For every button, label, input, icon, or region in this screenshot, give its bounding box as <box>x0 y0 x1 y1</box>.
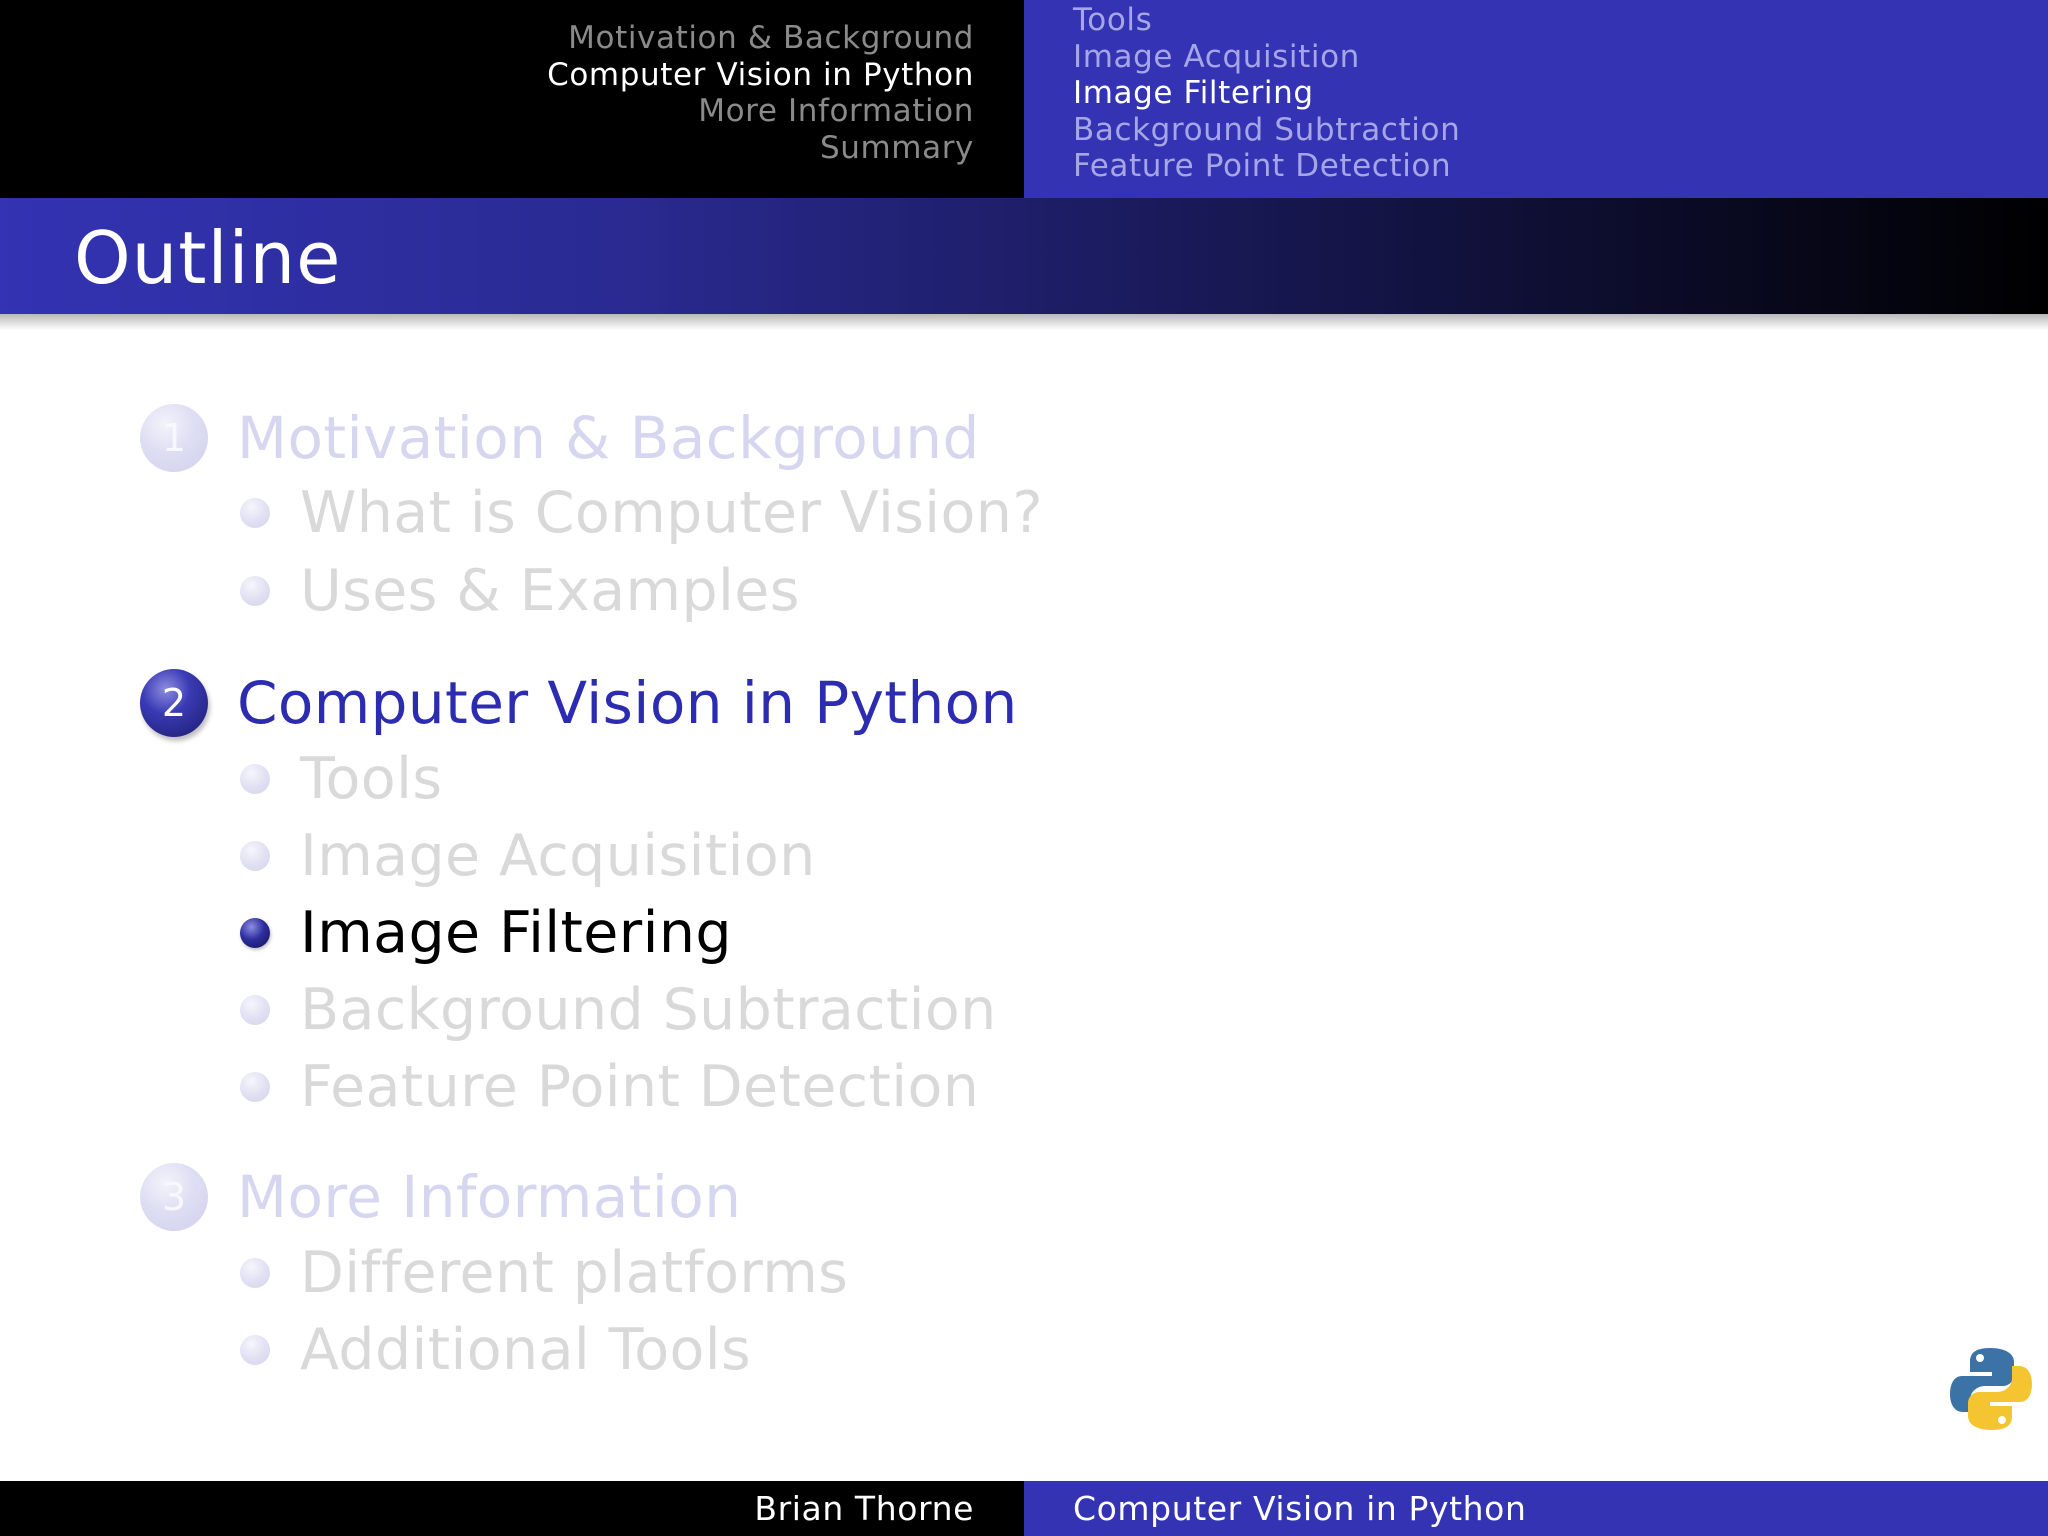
nav-subsection-tools[interactable]: Tools <box>1073 2 1152 39</box>
bullet-icon <box>240 841 270 871</box>
toc-section-3[interactable]: 3 More Information <box>140 1162 741 1232</box>
toc-item-label: Image Filtering <box>300 900 732 966</box>
toc-item-label: Additional Tools <box>300 1317 752 1383</box>
toc-item-label: What is Computer Vision? <box>300 480 1043 546</box>
toc-item-tools[interactable]: Tools <box>240 746 442 812</box>
section-number-badge: 2 <box>140 669 208 737</box>
footer-title-bar: Computer Vision in Python <box>1024 1481 2048 1536</box>
toc-item-label: Feature Point Detection <box>300 1054 980 1120</box>
toc-section-label: More Information <box>237 1163 742 1231</box>
section-number-badge: 1 <box>140 404 208 472</box>
toc-item-additional-tools[interactable]: Additional Tools <box>240 1317 751 1383</box>
toc-item-label: Image Acquisition <box>300 823 816 889</box>
toc-section-1[interactable]: 1 Motivation & Background <box>140 403 980 473</box>
bullet-icon <box>240 498 270 528</box>
toc-section-2[interactable]: 2 Computer Vision in Python <box>140 668 1018 738</box>
frame-title: Outline <box>74 216 342 300</box>
footer-author-bar: Brian Thorne <box>0 1481 1024 1536</box>
nav-subsection-background-subtraction[interactable]: Background Subtraction <box>1073 112 1460 149</box>
title-bar-shadow <box>0 314 2048 330</box>
nav-section-more-information[interactable]: More Information <box>698 93 974 130</box>
nav-section-motivation-background[interactable]: Motivation & Background <box>568 20 974 57</box>
nav-subsection-feature-point-detection[interactable]: Feature Point Detection <box>1073 148 1451 185</box>
nav-section-computer-vision-in-python[interactable]: Computer Vision in Python <box>547 57 974 94</box>
footer-author: Brian Thorne <box>754 1489 974 1528</box>
python-logo-icon <box>1950 1348 2032 1430</box>
nav-section-summary[interactable]: Summary <box>820 130 974 167</box>
toc-item-label: Uses & Examples <box>300 558 800 624</box>
toc-section-label: Motivation & Background <box>237 404 980 472</box>
toc-item-uses-examples[interactable]: Uses & Examples <box>240 558 800 624</box>
bullet-icon <box>240 1258 270 1288</box>
bullet-icon <box>240 764 270 794</box>
toc-item-different-platforms[interactable]: Different platforms <box>240 1240 848 1306</box>
toc-item-image-filtering[interactable]: Image Filtering <box>240 900 732 966</box>
nav-subsection-image-acquisition[interactable]: Image Acquisition <box>1073 39 1360 76</box>
bullet-icon <box>240 576 270 606</box>
toc-item-background-subtraction[interactable]: Background Subtraction <box>240 977 997 1043</box>
toc-item-label: Tools <box>300 746 443 812</box>
toc-item-feature-point-detection[interactable]: Feature Point Detection <box>240 1054 979 1120</box>
bullet-icon <box>240 1072 270 1102</box>
toc-item-image-acquisition[interactable]: Image Acquisition <box>240 823 816 889</box>
toc-section-label: Computer Vision in Python <box>237 669 1018 737</box>
toc-item-label: Background Subtraction <box>300 977 997 1043</box>
bullet-icon <box>240 1335 270 1365</box>
frame-title-bar: Outline <box>0 198 2048 314</box>
header-subsection-nav: Tools Image Acquisition Image Filtering … <box>1024 0 2048 198</box>
toc-item-label: Different platforms <box>300 1240 849 1306</box>
bullet-icon <box>240 995 270 1025</box>
footer-title: Computer Vision in Python <box>1073 1489 1527 1528</box>
nav-subsection-image-filtering[interactable]: Image Filtering <box>1073 75 1314 112</box>
section-number-badge: 3 <box>140 1163 208 1231</box>
bullet-icon <box>240 918 270 948</box>
header-section-nav: Motivation & Background Computer Vision … <box>0 0 1024 198</box>
toc-item-what-is-computer-vision[interactable]: What is Computer Vision? <box>240 480 1043 546</box>
